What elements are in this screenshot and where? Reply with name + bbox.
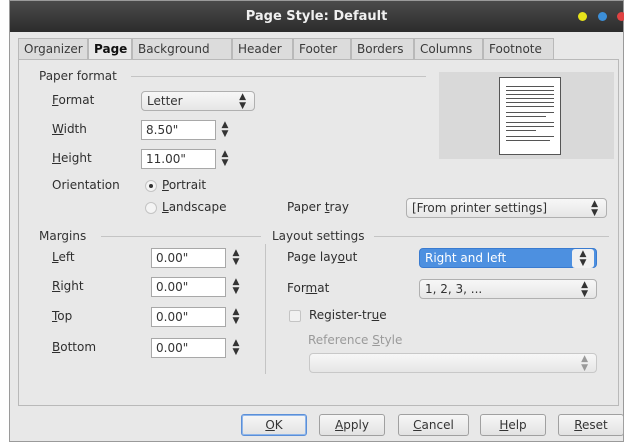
- paper-tray-select[interactable]: [From printer settings] ▲ ▼: [406, 198, 607, 218]
- title-bar[interactable]: Page Style: Default: [10, 1, 624, 32]
- red-dot-icon[interactable]: [617, 12, 624, 21]
- register-true-checkbox[interactable]: [289, 310, 301, 322]
- right-margin-field[interactable]: 0.00": [151, 277, 226, 297]
- portrait-radio[interactable]: [145, 180, 157, 192]
- left-margin-spinner[interactable]: ▲ ▼: [229, 249, 243, 269]
- updown-arrows-icon: ▲ ▼: [591, 199, 598, 218]
- height-label: Height: [52, 151, 92, 165]
- updown-arrows-icon: ▲ ▼: [239, 92, 246, 111]
- tab-footnote[interactable]: Footnote: [483, 38, 554, 60]
- layout-settings-heading: Layout settings: [272, 229, 365, 243]
- page-style-dialog: Page Style: Default Organizer Page Backg…: [9, 0, 624, 442]
- register-true-label: Register-true: [309, 308, 387, 322]
- reference-style-label: Reference Style: [308, 333, 403, 347]
- orientation-label: Orientation: [52, 178, 120, 192]
- bottom-margin-field[interactable]: 0.00": [151, 338, 226, 358]
- height-spinner[interactable]: ▲ ▼: [218, 150, 232, 170]
- reference-style-select[interactable]: ▲ ▼: [309, 353, 597, 373]
- tab-background[interactable]: Background: [132, 38, 232, 60]
- blue-dot-icon[interactable]: [598, 12, 607, 21]
- bottom-margin-label: Bottom: [52, 340, 97, 354]
- tab-header[interactable]: Header: [232, 38, 293, 60]
- width-field[interactable]: 8.50": [141, 120, 216, 140]
- tab-footer[interactable]: Footer: [293, 38, 351, 60]
- cancel-button[interactable]: Cancel: [398, 414, 469, 436]
- help-button[interactable]: Help: [480, 414, 546, 436]
- page-format-label: Format: [287, 281, 330, 295]
- right-margin-label: Right: [52, 279, 84, 293]
- vertical-divider: [265, 244, 266, 374]
- page-format-value: 1, 2, 3, ...: [425, 282, 483, 296]
- tab-page[interactable]: Page: [88, 38, 132, 61]
- paper-tray-value: [From printer settings]: [412, 201, 548, 215]
- top-margin-field[interactable]: 0.00": [151, 307, 226, 327]
- yellow-dot-icon[interactable]: [578, 12, 587, 21]
- format-label: Format: [52, 93, 95, 107]
- page-preview-sheet: [499, 77, 561, 155]
- apply-button[interactable]: Apply: [319, 414, 385, 436]
- ok-button[interactable]: OK: [241, 414, 307, 436]
- format-value: Letter: [147, 94, 183, 108]
- page-tab-panel: Paper format Format Letter ▲ ▼ Width 8.50…: [18, 59, 619, 406]
- landscape-label: Landscape: [162, 200, 227, 214]
- height-field[interactable]: 11.00": [141, 149, 216, 169]
- section-divider: [131, 76, 426, 77]
- bottom-margin-spinner[interactable]: ▲ ▼: [229, 339, 243, 359]
- tab-columns[interactable]: Columns: [414, 38, 483, 60]
- left-margin-label: Left: [52, 250, 75, 264]
- format-select[interactable]: Letter ▲ ▼: [141, 91, 255, 111]
- tab-organizer[interactable]: Organizer: [18, 38, 88, 60]
- paper-format-heading: Paper format: [39, 69, 117, 83]
- paper-tray-label: Paper tray: [287, 200, 349, 214]
- section-divider: [374, 236, 609, 237]
- updown-arrows-icon: ▲ ▼: [572, 249, 594, 268]
- updown-arrows-icon: ▲ ▼: [581, 354, 588, 373]
- width-label: Width: [52, 122, 87, 136]
- top-margin-spinner[interactable]: ▲ ▼: [229, 308, 243, 328]
- margins-heading: Margins: [39, 229, 87, 243]
- left-margin-field[interactable]: 0.00": [151, 248, 226, 268]
- page-preview: [439, 72, 614, 159]
- page-layout-select[interactable]: Right and left ▲ ▼: [419, 248, 597, 268]
- portrait-label: Portrait: [162, 178, 207, 192]
- page-layout-value: Right and left: [425, 251, 507, 265]
- section-divider: [101, 236, 261, 237]
- tab-borders[interactable]: Borders: [351, 38, 414, 60]
- top-margin-label: Top: [52, 309, 73, 323]
- reset-button[interactable]: Reset: [558, 414, 624, 436]
- width-spinner[interactable]: ▲ ▼: [218, 121, 232, 141]
- updown-arrows-icon: ▲ ▼: [581, 280, 588, 299]
- landscape-radio[interactable]: [145, 202, 157, 214]
- page-layout-label: Page layout: [287, 250, 358, 264]
- right-margin-spinner[interactable]: ▲ ▼: [229, 278, 243, 298]
- window-title: Page Style: Default: [245, 9, 388, 24]
- page-format-select[interactable]: 1, 2, 3, ... ▲ ▼: [419, 279, 597, 299]
